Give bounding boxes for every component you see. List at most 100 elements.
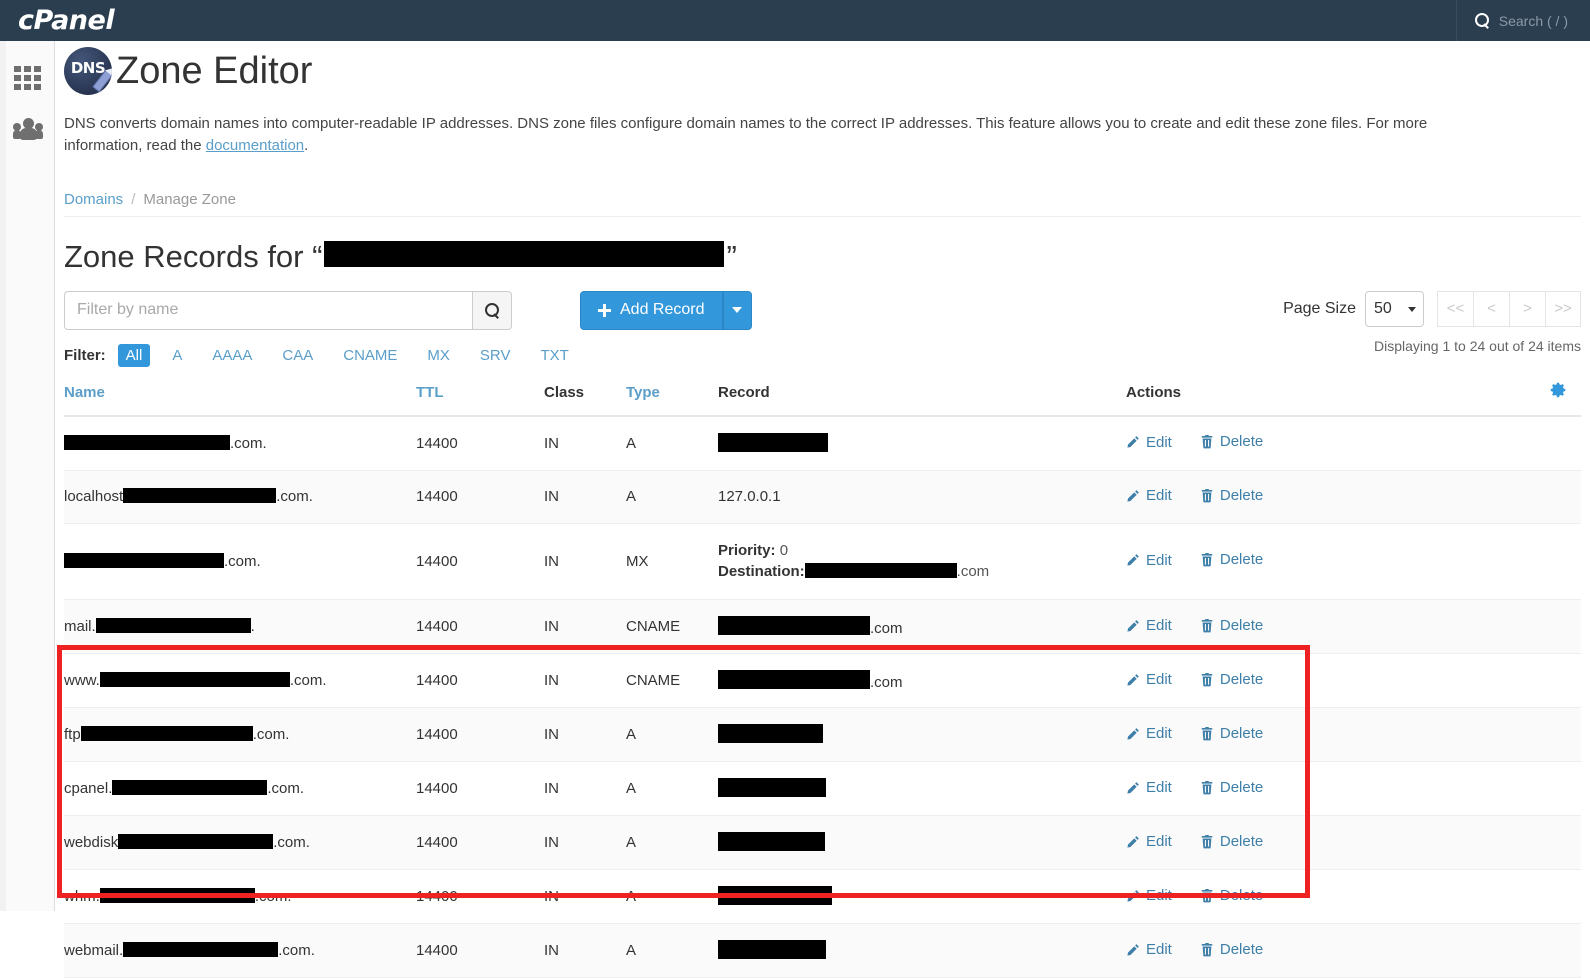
redacted-text (718, 886, 832, 905)
record-type-filter-option-a[interactable]: A (164, 344, 190, 367)
record-name-suffix: .com. (253, 726, 290, 743)
record-name-suffix: .com. (230, 435, 267, 452)
redacted-text (718, 616, 870, 635)
record-type-filter-option-txt[interactable]: TXT (532, 344, 576, 367)
trash-icon (1200, 726, 1220, 741)
documentation-link[interactable]: documentation (206, 137, 304, 154)
edit-record-button[interactable]: Edit (1126, 552, 1172, 569)
record-class-cell: IN (544, 470, 626, 523)
mx-destination-line: Destination:.com (718, 561, 1126, 583)
edit-record-button[interactable]: Edit (1126, 671, 1172, 688)
edit-record-button[interactable]: Edit (1126, 725, 1172, 742)
edit-record-button[interactable]: Edit (1126, 487, 1172, 504)
global-search[interactable]: Search ( / ) (1456, 0, 1590, 41)
record-name-suffix: .com. (273, 834, 310, 851)
trash-icon (1200, 672, 1220, 687)
edit-record-button[interactable]: Edit (1126, 617, 1172, 634)
record-type-filter-option-all[interactable]: All (118, 344, 151, 367)
record-type-filter-option-caa[interactable]: CAA (274, 344, 321, 367)
record-actions-cell: Edit Delete (1126, 924, 1581, 978)
redacted-text (96, 618, 251, 633)
record-type-cell: A (626, 708, 718, 762)
gear-icon[interactable] (1548, 381, 1567, 400)
breadcrumb-item-domains[interactable]: Domains (64, 191, 123, 208)
sidebar-item-user-manager[interactable] (0, 103, 55, 155)
edit-record-button[interactable]: Edit (1126, 833, 1172, 850)
delete-record-button[interactable]: Delete (1200, 487, 1263, 504)
column-header-ttl[interactable]: TTL (416, 381, 544, 416)
pagination-first-button[interactable]: << (1437, 291, 1473, 327)
pagination-last-button[interactable]: >> (1545, 291, 1581, 327)
record-type-cell: CNAME (626, 600, 718, 654)
record-class-cell: IN (544, 654, 626, 708)
filter-by-name-input[interactable] (64, 291, 472, 330)
record-actions-cell: Edit Delete (1126, 762, 1581, 816)
record-value-cell (718, 708, 1126, 762)
record-type-filter-option-aaaa[interactable]: AAAA (204, 344, 260, 367)
page-scroll-strip[interactable] (0, 41, 6, 911)
pagination-prev-button[interactable]: < (1473, 291, 1509, 327)
record-name-prefix: ftp (64, 726, 81, 743)
records-toolbar: Add Record Page Size 50 << < > >> (64, 291, 1581, 331)
breadcrumb-separator: / (131, 191, 135, 208)
record-name-prefix: webmail. (64, 942, 123, 959)
page-size-select[interactable]: 50 (1365, 291, 1424, 327)
edit-record-button[interactable]: Edit (1126, 887, 1172, 904)
edit-record-button[interactable]: Edit (1126, 434, 1172, 451)
record-name-prefix: whm. (64, 888, 100, 905)
redacted-text (805, 563, 957, 578)
record-type-filter-option-cname[interactable]: CNAME (335, 344, 405, 367)
cpanel-logo[interactable]: cPanel (18, 5, 114, 36)
column-header-name[interactable]: Name (64, 381, 416, 416)
table-row: whm..com.14400INAEditDelete (64, 870, 1581, 924)
filter-by-name-group (64, 291, 512, 330)
record-type-cell: A (626, 816, 718, 870)
record-class-cell: IN (544, 708, 626, 762)
table-row: webmail..com.14400INAEditDelete (64, 924, 1581, 978)
delete-record-button[interactable]: Delete (1200, 551, 1263, 568)
add-record-button[interactable]: Add Record (580, 291, 723, 330)
column-header-actions: Actions (1126, 381, 1426, 416)
pencil-icon (1126, 673, 1146, 687)
edit-record-button[interactable]: Edit (1126, 941, 1172, 958)
add-record-dropdown-toggle[interactable] (723, 291, 752, 330)
search-icon (1475, 13, 1490, 28)
page-size-label: Page Size (1283, 300, 1356, 318)
record-name-prefix: mail. (64, 618, 96, 635)
record-type-filter-option-mx[interactable]: MX (419, 344, 458, 367)
redacted-text (64, 553, 224, 568)
record-type-cell: A (626, 416, 718, 471)
delete-record-button[interactable]: Delete (1200, 671, 1263, 688)
delete-record-button[interactable]: Delete (1200, 887, 1263, 904)
record-ttl-cell: 14400 (416, 523, 544, 600)
pagination-next-button[interactable]: > (1509, 291, 1545, 327)
edit-record-button[interactable]: Edit (1126, 779, 1172, 796)
delete-record-button[interactable]: Delete (1200, 617, 1263, 634)
redacted-text (64, 435, 230, 450)
redacted-text (81, 726, 253, 741)
delete-record-button[interactable]: Delete (1200, 941, 1263, 958)
record-type-cell: A (626, 870, 718, 924)
delete-record-button[interactable]: Delete (1200, 433, 1263, 450)
record-value-suffix: .com (870, 620, 903, 637)
table-row: cpanel..com.14400INAEditDelete (64, 762, 1581, 816)
record-type-filter-option-srv[interactable]: SRV (472, 344, 519, 367)
trash-icon (1200, 488, 1220, 503)
redacted-text (123, 942, 278, 957)
table-row: mail..14400INCNAME.comEditDelete (64, 600, 1581, 654)
record-type-filter-options: AllAAAAACAACNAMEMXSRVTXT (118, 344, 591, 367)
delete-record-button[interactable]: Delete (1200, 779, 1263, 796)
sidebar-item-apps[interactable] (0, 51, 55, 103)
trash-icon (1200, 780, 1220, 795)
pagination-buttons: << < > >> (1437, 291, 1581, 327)
record-type-cell: A (626, 470, 718, 523)
delete-record-button[interactable]: Delete (1200, 725, 1263, 742)
column-header-type[interactable]: Type (626, 381, 718, 416)
filter-search-button[interactable] (472, 291, 512, 330)
record-name-cell: www..com. (64, 654, 416, 708)
chevron-down-icon (732, 307, 742, 313)
delete-record-button[interactable]: Delete (1200, 833, 1263, 850)
record-actions-cell: Edit Delete (1126, 708, 1581, 762)
pencil-icon (1126, 489, 1146, 503)
record-name-cell: localhost.com. (64, 470, 416, 523)
